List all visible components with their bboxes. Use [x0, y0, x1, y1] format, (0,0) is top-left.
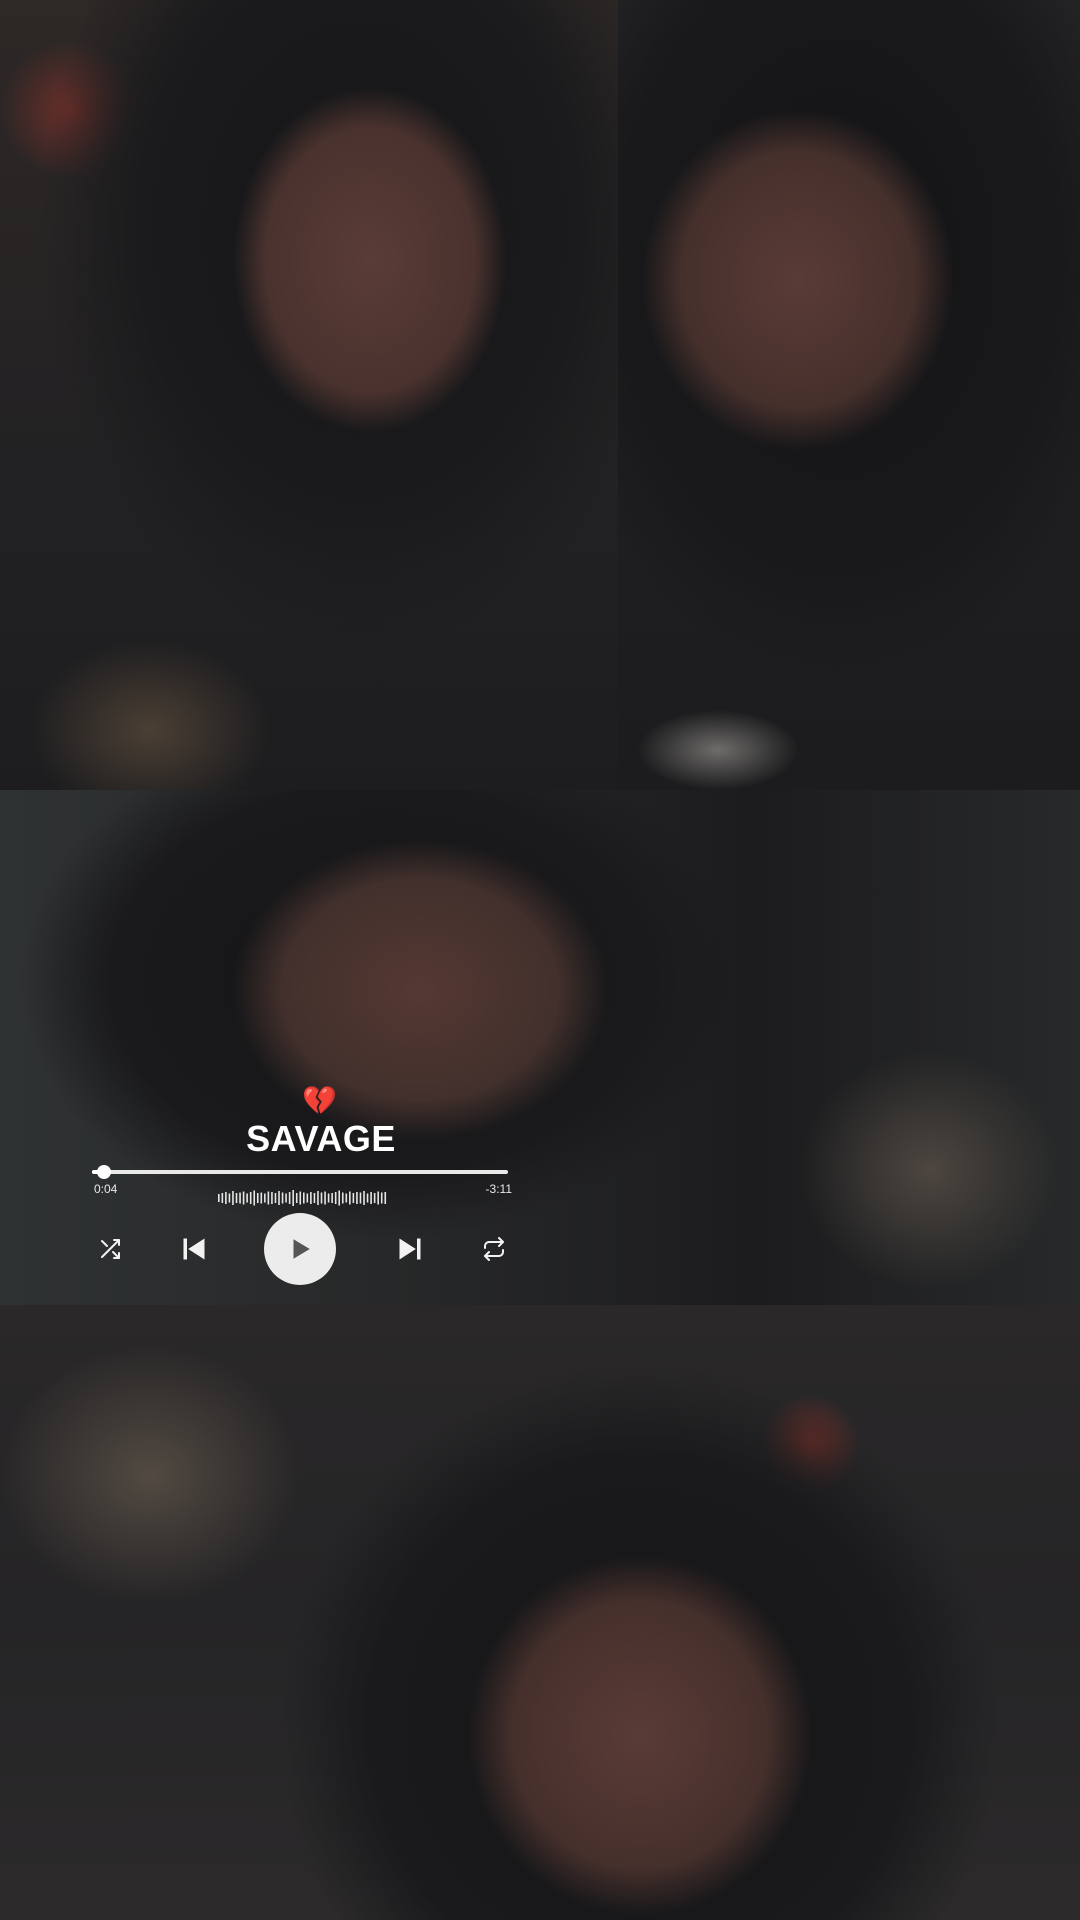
- repeat-button[interactable]: [474, 1212, 514, 1286]
- progress-knob[interactable]: [97, 1165, 112, 1179]
- waveform-bar: [278, 1191, 280, 1205]
- waveform-bar: [331, 1193, 333, 1203]
- music-player-widget: 💔 SAVAGE 0:04 -3:11: [88, 1080, 518, 1290]
- waveform-bar: [349, 1191, 351, 1205]
- shuffle-button[interactable]: [90, 1212, 130, 1286]
- waveform-bar: [264, 1193, 266, 1203]
- previous-track-button[interactable]: [174, 1212, 214, 1286]
- waveform-bar: [356, 1192, 358, 1204]
- progress-bar[interactable]: [92, 1165, 508, 1179]
- playback-controls: [88, 1212, 518, 1286]
- waveform-bar: [228, 1193, 231, 1203]
- next-track-button[interactable]: [390, 1212, 430, 1286]
- waveform-bar: [239, 1192, 241, 1204]
- waveform-bar: [377, 1191, 379, 1205]
- waveform-bar: [285, 1193, 287, 1203]
- waveform-bar: [359, 1192, 362, 1204]
- waveform-bar: [366, 1193, 369, 1203]
- skip-next-icon: [399, 1238, 421, 1260]
- time-remaining: -3:11: [485, 1182, 512, 1196]
- waveform-bar: [363, 1191, 365, 1205]
- waveform-bar: [306, 1193, 309, 1203]
- waveform-bar: [303, 1192, 305, 1204]
- waveform-bar: [384, 1192, 387, 1204]
- photo-collage-bottom: [0, 1305, 1080, 1920]
- waveform-bar: [235, 1193, 238, 1203]
- waveform-bar: [225, 1192, 227, 1204]
- story-canvas: 💔 SAVAGE 0:04 -3:11: [0, 0, 1080, 1920]
- audio-waveform: [218, 1190, 387, 1206]
- waveform-bar: [341, 1192, 344, 1204]
- waveform-bar: [313, 1193, 316, 1203]
- waveform-bar: [370, 1192, 372, 1204]
- shuffle-icon: [101, 1239, 120, 1259]
- photo-collage-top-right: [618, 0, 1080, 790]
- waveform-bar: [221, 1193, 224, 1203]
- play-icon: [293, 1239, 310, 1259]
- waveform-bar: [260, 1192, 263, 1204]
- waveform-bar: [242, 1191, 245, 1205]
- waveform-bar: [253, 1190, 256, 1206]
- waveform-bar: [380, 1192, 383, 1204]
- waveform-bar: [310, 1192, 312, 1204]
- waveform-bar: [267, 1191, 270, 1205]
- waveform-bar: [249, 1192, 252, 1204]
- waveform-bar: [324, 1191, 326, 1205]
- waveform-bar: [246, 1193, 248, 1203]
- waveform-bar: [334, 1192, 337, 1204]
- waveform-bar: [281, 1192, 284, 1204]
- broken-heart-icon: 💔: [302, 1084, 337, 1117]
- waveform-bar: [345, 1193, 348, 1203]
- waveform-bar: [327, 1193, 330, 1203]
- time-elapsed: 0:04: [94, 1182, 118, 1196]
- waveform-bar: [338, 1190, 341, 1206]
- waveform-bar: [271, 1192, 273, 1204]
- waveform-bar: [218, 1194, 220, 1202]
- waveform-bar: [288, 1192, 291, 1204]
- waveform-bar: [295, 1193, 298, 1203]
- waveform-bar: [232, 1191, 234, 1205]
- waveform-bar: [317, 1191, 319, 1205]
- waveform-bar: [292, 1190, 294, 1206]
- waveform-bar: [373, 1193, 376, 1203]
- waveform-bar: [256, 1193, 259, 1203]
- skip-previous-icon: [183, 1238, 205, 1260]
- waveform-bar: [352, 1193, 355, 1203]
- song-title: SAVAGE: [246, 1118, 396, 1159]
- photo-collage-top-left: [0, 0, 618, 790]
- waveform-bar: [274, 1193, 277, 1203]
- play-button-circle: [264, 1213, 336, 1285]
- repeat-icon: [484, 1237, 504, 1261]
- waveform-bar: [299, 1191, 302, 1205]
- play-button[interactable]: [263, 1212, 337, 1286]
- waveform-bar: [320, 1192, 323, 1204]
